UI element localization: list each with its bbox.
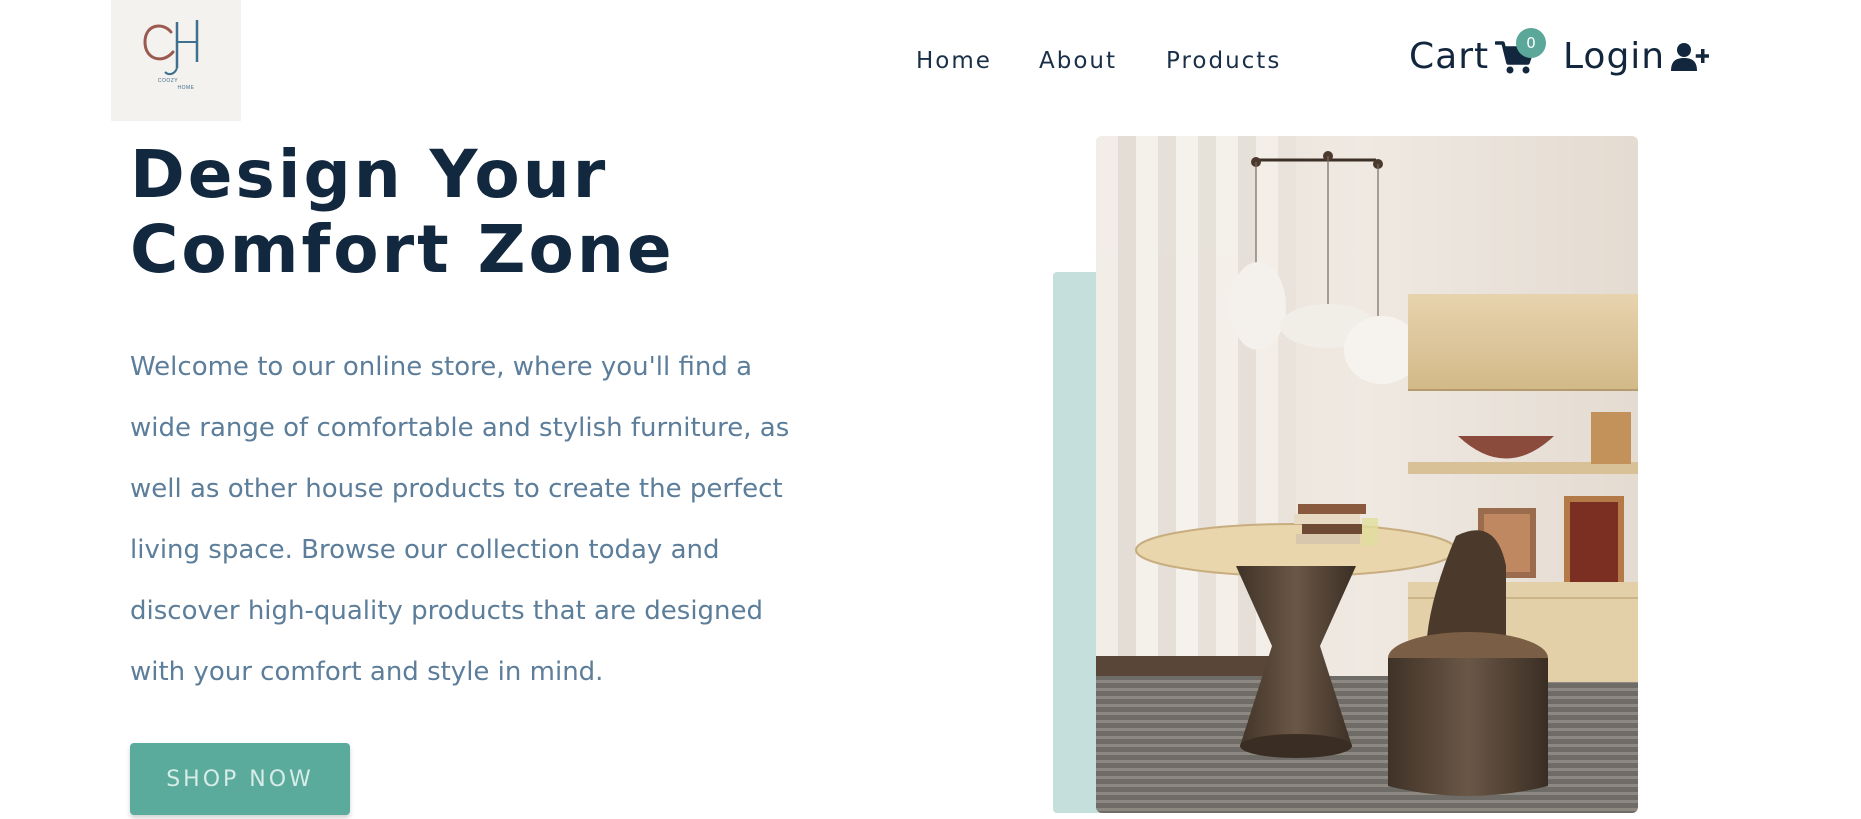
login-link[interactable]: Login — [1563, 36, 1710, 77]
room-photo-illustration — [1096, 136, 1638, 813]
hero-title-line1: Design Your — [130, 136, 609, 213]
nav-link-about[interactable]: About — [1039, 48, 1117, 74]
furniture-room-photo — [1096, 136, 1638, 813]
site-logo[interactable]: COOZY HOME — [111, 0, 241, 121]
cart-label: Cart — [1409, 36, 1490, 77]
logo-text-line2: HOME — [177, 85, 195, 91]
hero-title: Design Your Comfort Zone — [130, 137, 830, 287]
monogram-logo-icon — [143, 20, 199, 76]
shop-now-button[interactable]: SHOP NOW — [130, 743, 350, 815]
hero-description: Welcome to our online store, where you'l… — [130, 352, 790, 687]
nav-link-home[interactable]: Home — [916, 48, 992, 74]
landing-page: COOZY HOME Home About Products Cart 0 Lo… — [0, 0, 1861, 819]
logo-text-line1: COOZY — [157, 78, 179, 84]
cart-count-badge: 0 — [1516, 28, 1546, 58]
hero-title-line2: Comfort Zone — [130, 211, 675, 288]
nav-link-products[interactable]: Products — [1166, 48, 1281, 74]
user-plus-icon — [1671, 42, 1710, 71]
login-label: Login — [1563, 36, 1666, 77]
